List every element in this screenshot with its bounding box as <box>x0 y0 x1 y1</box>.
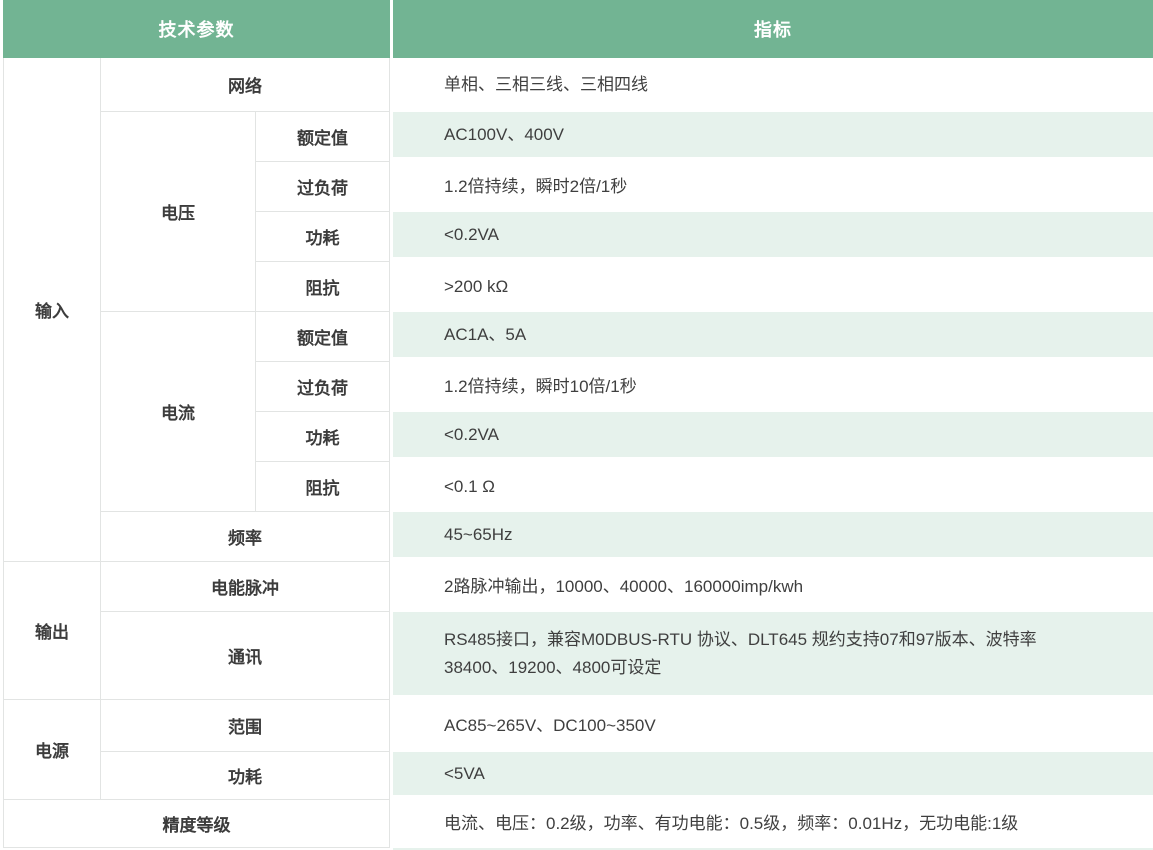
subgroup-voltage: 电压 <box>101 112 256 312</box>
label-accuracy-class: 精度等级 <box>3 800 390 848</box>
label-communication: 通讯 <box>101 612 390 700</box>
header-indicator: 指标 <box>393 0 1153 58</box>
header-params: 技术参数 <box>3 0 390 58</box>
value-current-rated: AC1A、5A <box>390 312 1153 362</box>
value-current-impedance: <0.1 Ω <box>390 462 1153 512</box>
label-voltage-rated: 额定值 <box>256 112 390 162</box>
value-current-overload: 1.2倍持续，瞬时10倍/1秒 <box>390 362 1153 412</box>
value-voltage-rated: AC100V、400V <box>390 112 1153 162</box>
value-current-power: <0.2VA <box>390 412 1153 462</box>
label-current-impedance: 阻抗 <box>256 462 390 512</box>
label-frequency: 频率 <box>101 512 390 562</box>
value-voltage-overload: 1.2倍持续，瞬时2倍/1秒 <box>390 162 1153 212</box>
value-voltage-impedance: >200 kΩ <box>390 262 1153 312</box>
spec-table: 技术参数 指标 输入 输出 电源 电压 电流 网络 频率 电能脉冲 通讯 范围 … <box>0 0 1153 850</box>
label-voltage-power: 功耗 <box>256 212 390 262</box>
group-power: 电源 <box>3 700 101 800</box>
subgroup-current: 电流 <box>101 312 256 512</box>
value-communication: RS485接口，兼容M0DBUS-RTU 协议、DLT645 规约支持07和97… <box>390 612 1153 700</box>
label-voltage-overload: 过负荷 <box>256 162 390 212</box>
label-power-consumption: 功耗 <box>101 752 390 800</box>
label-energy-pulse: 电能脉冲 <box>101 562 390 612</box>
group-input: 输入 <box>3 58 101 562</box>
value-energy-pulse: 2路脉冲输出，10000、40000、160000imp/kwh <box>390 562 1153 612</box>
value-power-consumption: <5VA <box>390 752 1153 800</box>
value-range: AC85~265V、DC100~350V <box>390 700 1153 752</box>
label-current-power: 功耗 <box>256 412 390 462</box>
value-network: 单相、三相三线、三相四线 <box>390 58 1153 112</box>
value-voltage-power: <0.2VA <box>390 212 1153 262</box>
label-network: 网络 <box>101 58 390 112</box>
value-frequency: 45~65Hz <box>390 512 1153 562</box>
value-accuracy-class: 电流、电压：0.2级，功率、有功电能：0.5级，频率：0.01Hz，无功电能:1… <box>390 800 1153 848</box>
label-current-overload: 过负荷 <box>256 362 390 412</box>
label-voltage-impedance: 阻抗 <box>256 262 390 312</box>
group-output: 输出 <box>3 562 101 700</box>
label-range: 范围 <box>101 700 390 752</box>
label-current-rated: 额定值 <box>256 312 390 362</box>
